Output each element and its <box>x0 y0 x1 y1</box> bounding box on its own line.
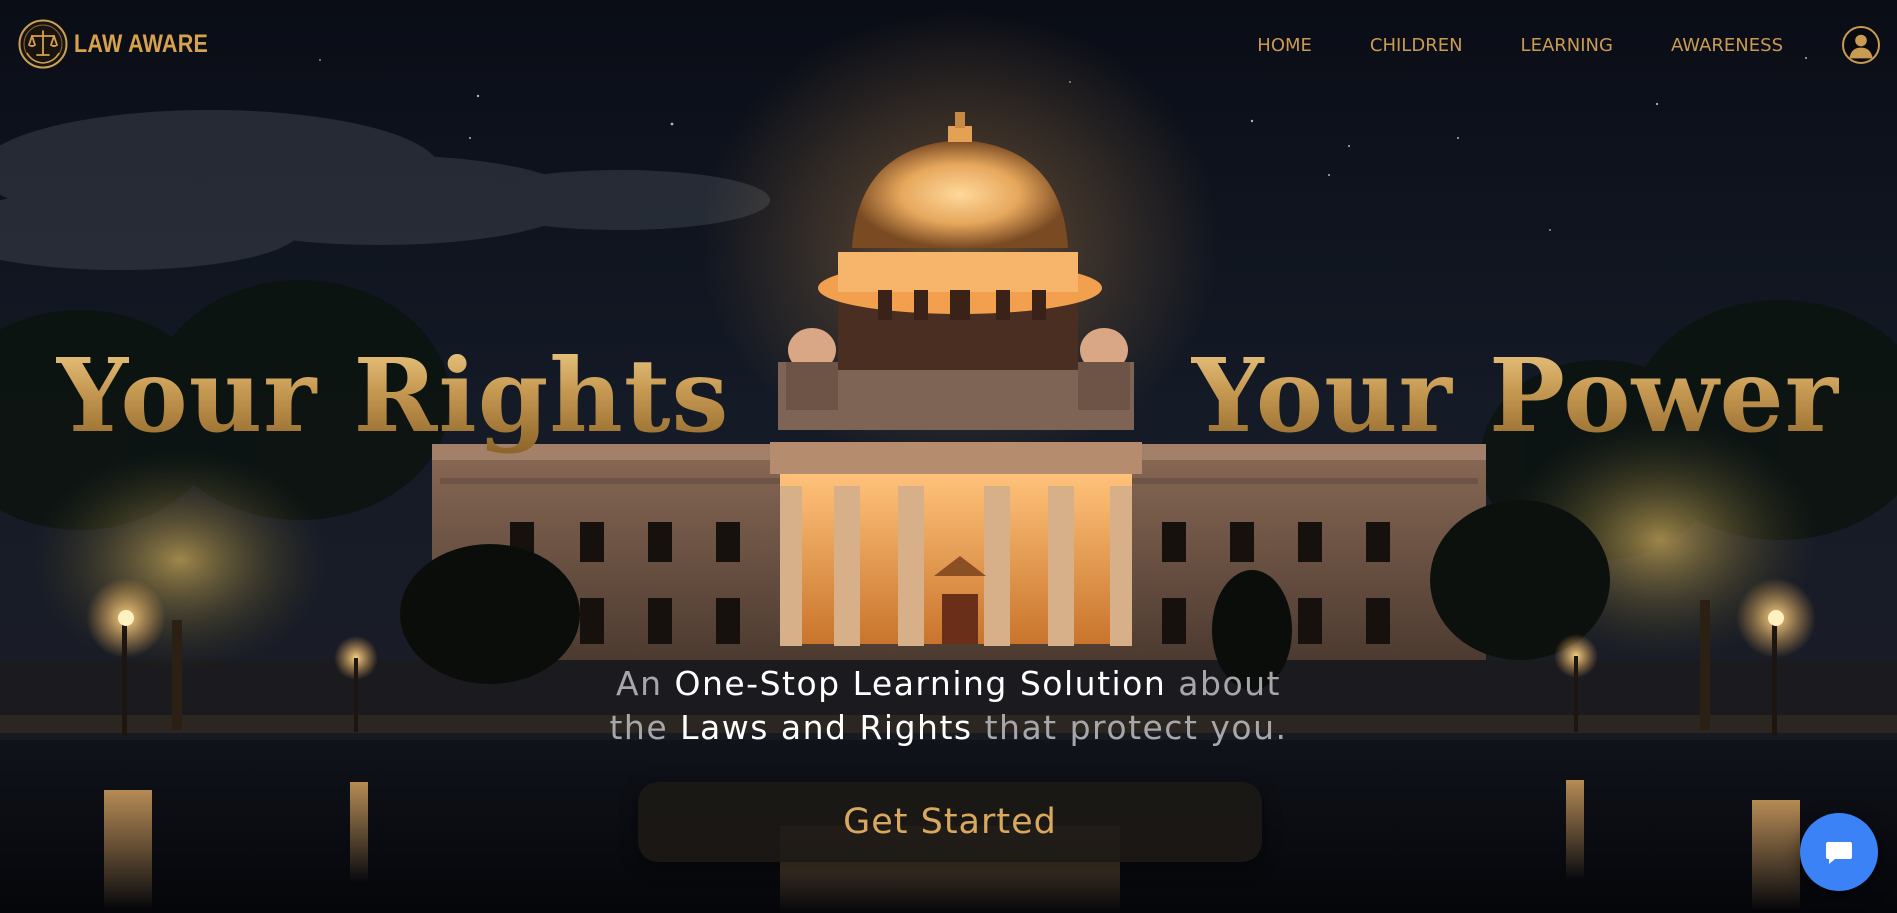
chat-bubble-icon <box>1826 842 1852 864</box>
hero-background-image <box>0 0 1897 913</box>
hero-tagline: An One-Stop Learning Solution about the … <box>0 662 1897 750</box>
tagline-text: the <box>609 708 681 747</box>
top-navigation-bar: LAW AWARE HOME CHILDREN LEARNING AWARENE… <box>0 0 1897 92</box>
tagline-text: about <box>1166 664 1281 703</box>
tagline-text: that protect you. <box>972 708 1288 747</box>
primary-nav: HOME CHILDREN LEARNING AWARENESS <box>1257 30 1783 60</box>
nav-item-learning[interactable]: LEARNING <box>1521 35 1613 56</box>
brand-name: LAW AWARE <box>74 29 209 58</box>
nav-item-children[interactable]: CHILDREN <box>1370 35 1463 56</box>
user-profile-button[interactable] <box>1842 26 1880 64</box>
hero-headline-right: Your Power <box>1191 335 1839 455</box>
nav-item-awareness[interactable]: AWARENESS <box>1671 35 1783 56</box>
nav-item-home[interactable]: HOME <box>1257 35 1312 56</box>
tagline-highlight: Laws and Rights <box>680 708 973 747</box>
hero-headline-left: Your Rights <box>56 335 730 455</box>
tagline-text: An <box>616 664 675 703</box>
tagline-highlight: One-Stop Learning Solution <box>674 664 1167 703</box>
user-profile-icon <box>1849 34 1873 59</box>
chat-button[interactable] <box>1800 813 1878 891</box>
brand-logo[interactable]: LAW AWARE <box>18 18 230 70</box>
get-started-button[interactable]: Get Started <box>638 782 1262 862</box>
scales-of-justice-icon <box>18 19 68 69</box>
